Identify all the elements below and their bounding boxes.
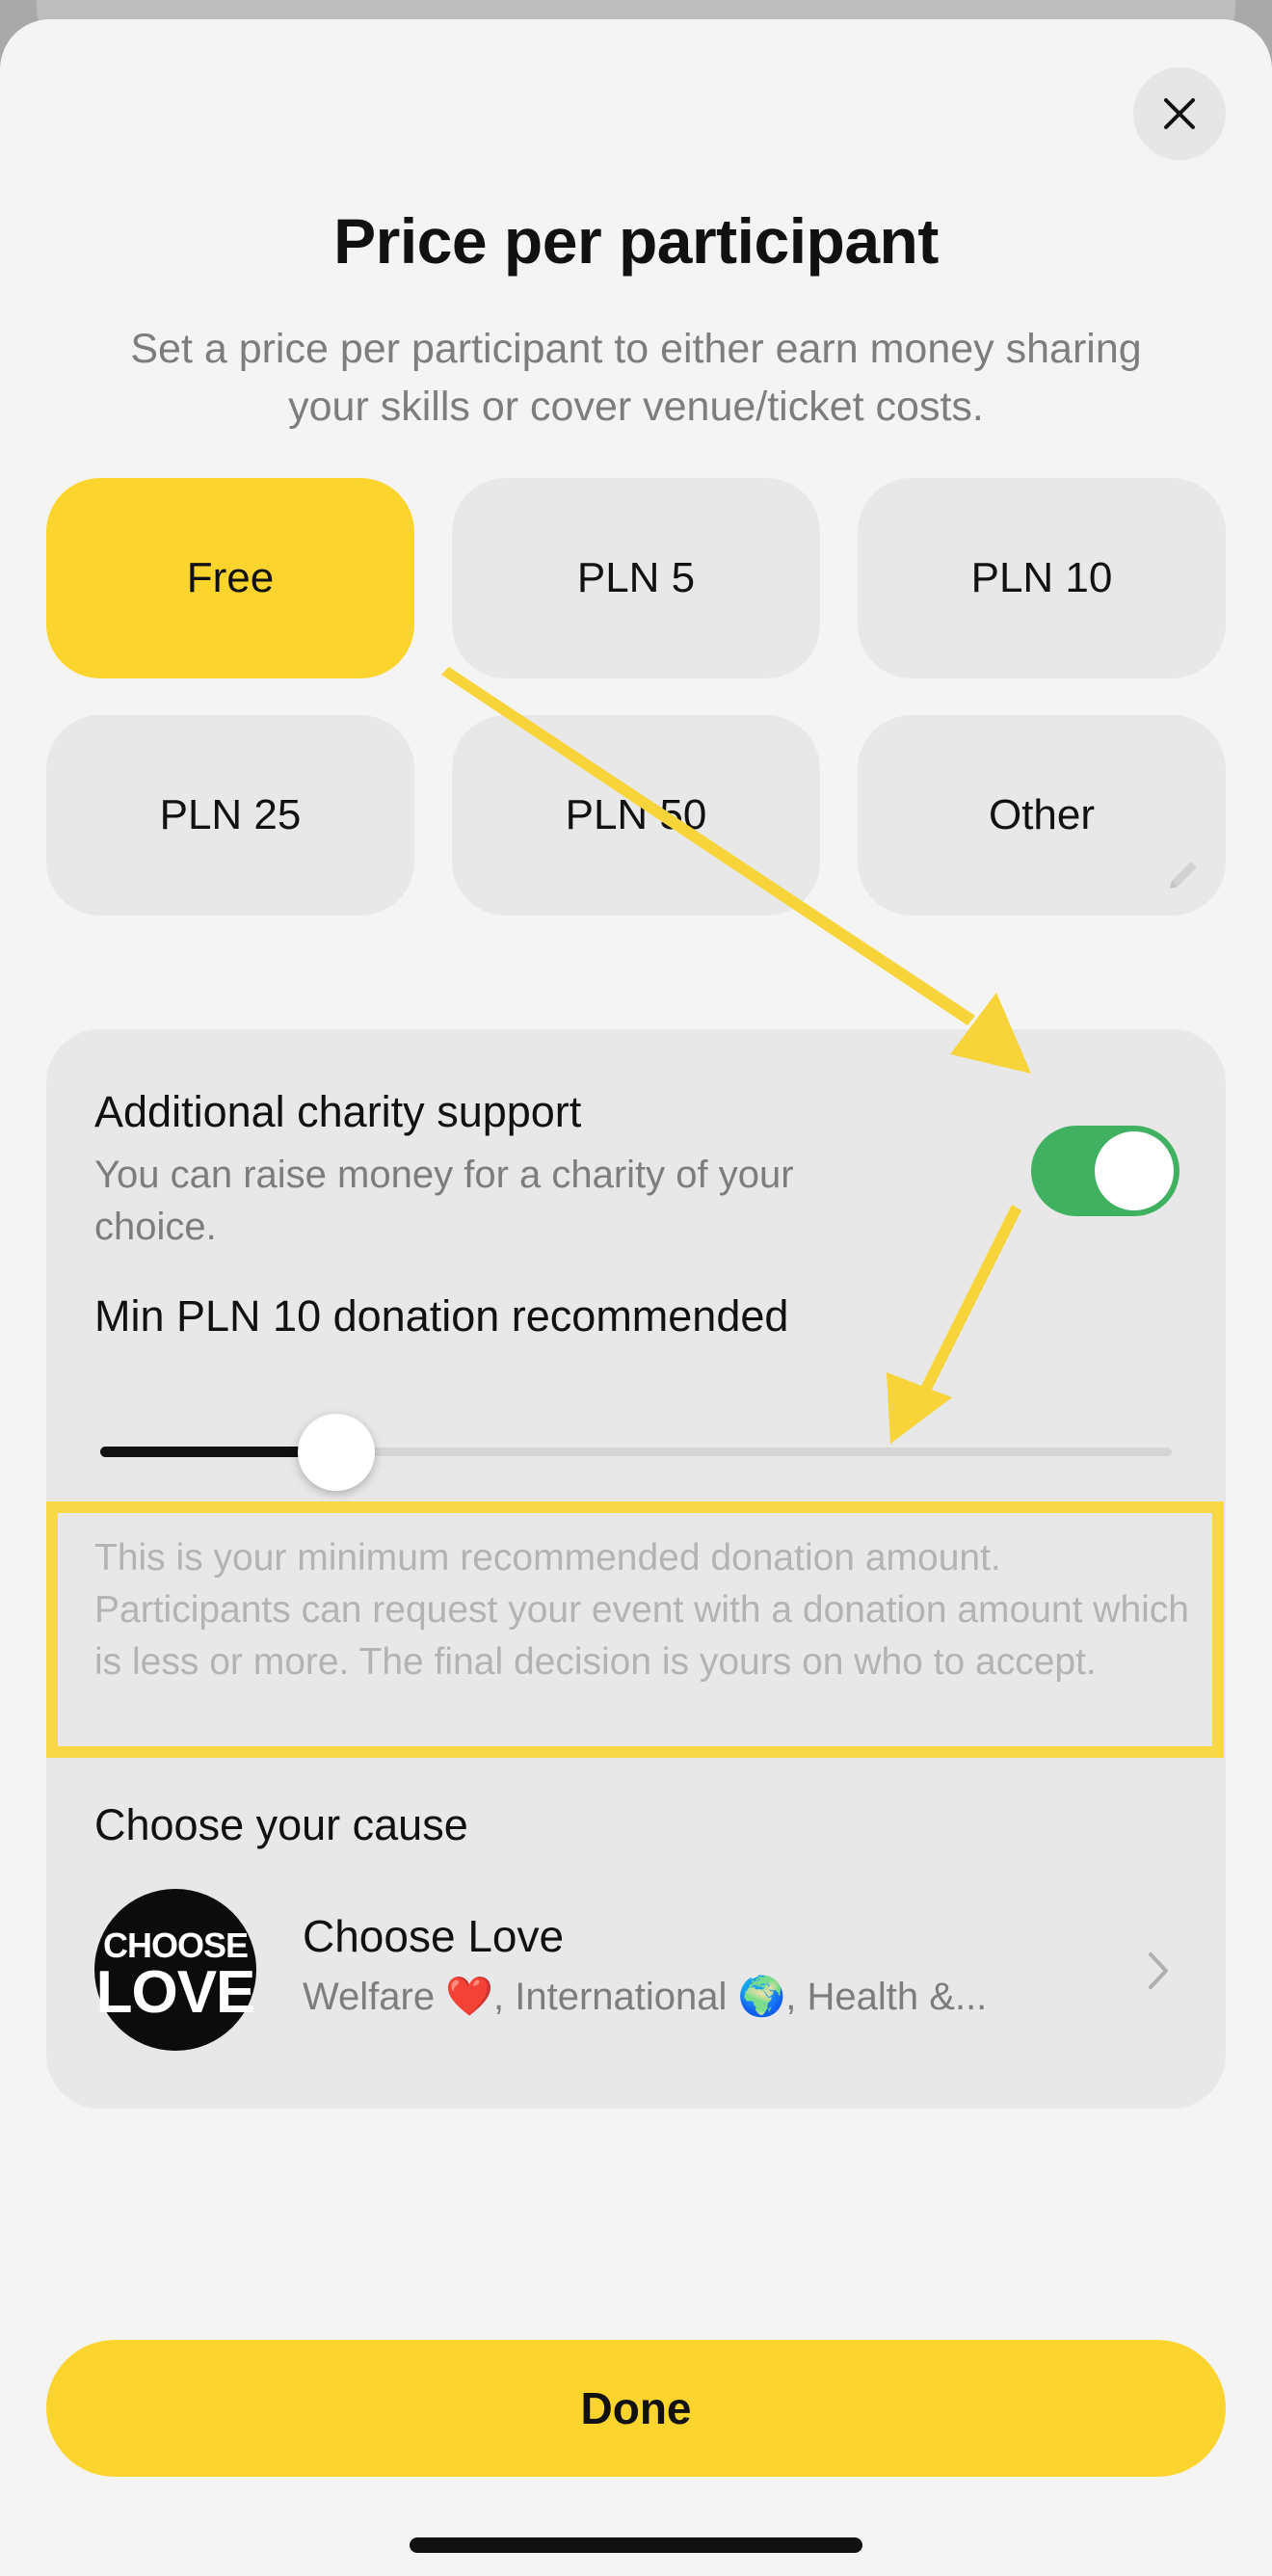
home-indicator [410,2537,862,2553]
min-donation-label: Min PLN 10 donation recommended [94,1291,789,1341]
price-option-label: Other [988,791,1096,838]
price-option-label: PLN 5 [576,554,696,601]
charity-support-card: Additional charity support You can raise… [46,1029,1226,2109]
pencil-icon [1170,862,1197,889]
page-title: Price per participant [333,205,939,277]
cause-row[interactable]: CHOOSE LOVE Choose Love Welfare ❤️, Inte… [94,1889,1178,2051]
close-icon [1164,98,1195,129]
charity-support-description: You can raise money for a charity of you… [94,1154,794,1248]
price-option-free[interactable]: Free [46,478,414,678]
chevron-right-icon [1149,1952,1168,1989]
toggle-knob [1095,1131,1174,1210]
price-sheet: Price per participant Set a price per pa… [0,19,1272,2576]
charity-support-toggle[interactable] [1031,1126,1179,1216]
done-button-label: Done [580,2383,692,2433]
price-option-other[interactable]: Other [858,715,1226,916]
cause-name: Choose Love [303,1911,565,1961]
donation-slider[interactable] [100,1414,1172,1491]
charity-support-title: Additional charity support [94,1087,582,1136]
cause-tags: Welfare ❤️, International 🌍, Health &... [303,1976,988,2018]
slider-thumb[interactable] [297,1414,375,1491]
choose-cause-label: Choose your cause [94,1800,468,1849]
price-option-label: PLN 25 [159,791,302,838]
price-option-pln-5[interactable]: PLN 5 [452,478,820,678]
price-option-label: Free [186,554,275,601]
choose-love-logo: CHOOSE LOVE [94,1889,256,2051]
done-button[interactable]: Done [46,2340,1226,2477]
close-button[interactable] [1133,67,1226,160]
price-option-pln-50[interactable]: PLN 50 [452,715,820,916]
price-options-grid: Free PLN 5 PLN 10 PLN 25 PLN 50 Other [46,478,1226,916]
price-option-pln-25[interactable]: PLN 25 [46,715,414,916]
price-option-label: PLN 50 [565,791,707,838]
price-option-pln-10[interactable]: PLN 10 [858,478,1226,678]
page-subtitle: Set a price per participant to either ea… [130,326,1142,430]
price-option-label: PLN 10 [970,554,1113,601]
donation-info-text: This is your minimum recommended donatio… [94,1537,1189,1683]
